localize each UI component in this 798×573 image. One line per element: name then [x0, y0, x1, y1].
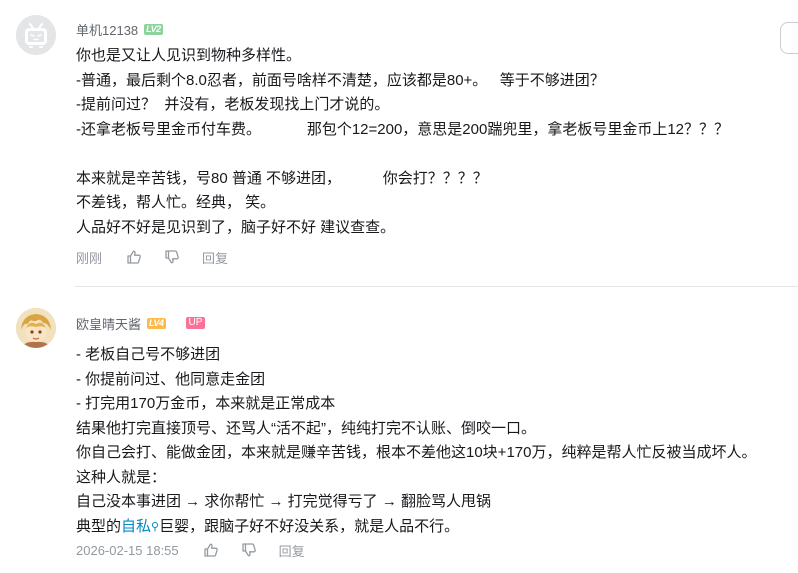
comment-line: 不差钱，帮人忙。经典， 笑。	[76, 194, 276, 211]
avatar[interactable]	[16, 15, 56, 55]
comment-line: 你自己会打、能做金团，本来就是赚辛苦钱，根本不差他这10块+170万，纯粹是帮人…	[76, 444, 757, 461]
user-info: 单机12138 LV2	[76, 20, 163, 38]
side-action-button[interactable]	[780, 22, 798, 54]
comment-line: 你也是又让人见识到物种多样性。	[76, 47, 302, 64]
user-info: 欧皇晴天酱 LV4 UP	[76, 314, 206, 333]
thumbs-down-icon	[242, 543, 256, 557]
comment-item: 单机12138 LV2 你也是又让人见识到物种多样性。 -普通，最后剩个8.0忍…	[0, 0, 798, 286]
comment-line: -提前问过？ 并没有，老板发现找上门才说的。	[76, 96, 390, 113]
tv-avatar-icon	[16, 15, 56, 55]
comment-line	[76, 142, 776, 167]
comment-meta: 2026-02-15 18:55 回复	[76, 541, 305, 559]
comment-line: - 打完用170万金币，本来就是正常成本	[76, 395, 336, 412]
comment-meta: 刚刚 回复	[76, 248, 228, 266]
reply-button[interactable]: 回复	[279, 541, 305, 560]
thumbs-up-icon	[204, 543, 218, 557]
comment-line: 人品好不好是见识到了，脑子好不好 建议查查。	[76, 218, 396, 236]
thumbs-up-icon	[127, 250, 141, 264]
comment-line: -还拿老板号里金币付车费。 那包个12=200，意思是200踹兜里，拿老板号里金…	[76, 120, 730, 138]
comment-line: - 你提前问过、他同意走金团	[76, 370, 266, 388]
username[interactable]: 单机12138	[76, 20, 138, 39]
comment-line: 自己没本事进团 → 求你帮忙 → 打完觉得亏了 → 翻脸骂人甩锅	[76, 493, 492, 510]
comment-content: 你也是又让人见识到物种多样性。 -普通，最后剩个8.0忍者，前面号啥样不清楚，应…	[76, 44, 776, 240]
comment-content: - 老板自己号不够进团 - 你提前问过、他同意走金团 - 打完用170万金币，本…	[76, 343, 776, 539]
comment-item: 欧皇晴天酱 LV4 UP - 老板自己号不够进团 - 你提前问过、他同意走金团 …	[0, 287, 798, 573]
comment-time: 2026-02-15 18:55	[76, 542, 179, 558]
comment-line: 本来就是辛苦钱，号80 普通 不够进团， 你会打？？？？	[76, 169, 488, 187]
comment-line: 典型的自私⚲巨婴，跟脑子好不好没关系，就是人品不行。	[76, 515, 776, 540]
comment-time: 刚刚	[76, 250, 103, 266]
search-icon[interactable]: ⚲	[151, 521, 159, 533]
dislike-button[interactable]	[241, 542, 257, 558]
level-badge: LV2	[144, 23, 163, 35]
like-button[interactable]	[126, 249, 142, 265]
avatar[interactable]	[16, 308, 56, 348]
level-badge: LV4	[147, 317, 166, 329]
dislike-button[interactable]	[164, 249, 180, 265]
text-span: 典型的	[76, 517, 122, 535]
text-span: 巨婴，跟脑子好不好没关系，就是人品不行。	[159, 517, 460, 535]
like-button[interactable]	[203, 542, 219, 558]
comment-line: 结果他打完直接顶号、还骂人“活不起”，纯纯打完不认账、倒咬一口。	[76, 419, 536, 437]
up-badge: UP	[185, 317, 206, 329]
thumbs-down-icon	[165, 250, 179, 264]
reply-button[interactable]: 回复	[202, 248, 228, 267]
comment-line: -普通，最后剩个8.0忍者，前面号啥样不清楚，应该都是80+。 等于不够进团？	[76, 71, 605, 89]
anime-avatar-icon	[16, 308, 56, 348]
comment-line: 这种人就是：	[76, 468, 167, 486]
comment-line: - 老板自己号不够进团	[76, 346, 221, 363]
keyword-link[interactable]: 自私	[121, 518, 151, 535]
username[interactable]: 欧皇晴天酱	[76, 314, 141, 333]
